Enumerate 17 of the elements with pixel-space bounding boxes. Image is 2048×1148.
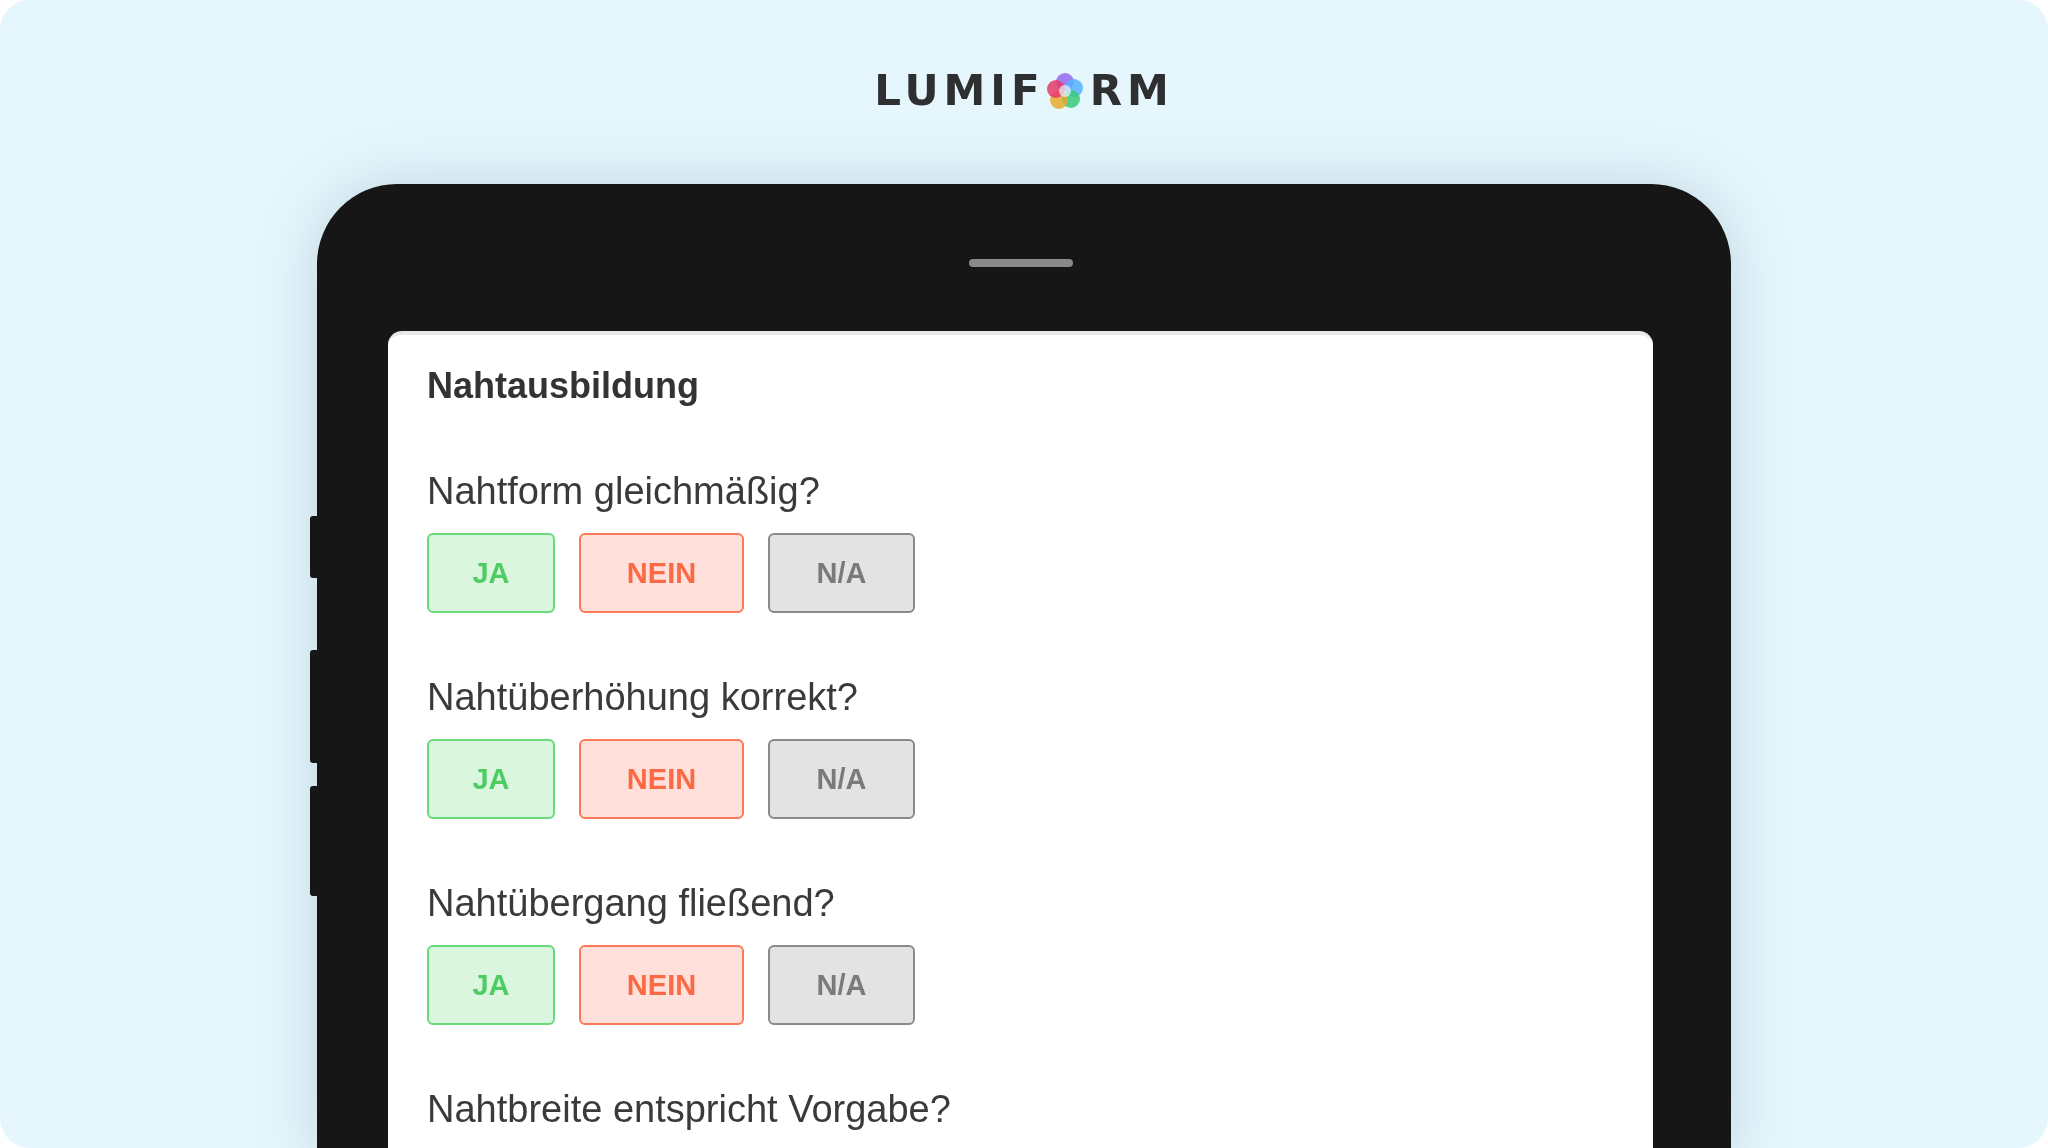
logo-text: RM — [1089, 70, 1174, 112]
answer-button[interactable]: NEIN — [579, 945, 744, 1025]
answer-button[interactable]: N/A — [768, 533, 915, 613]
answer-button[interactable]: JA — [427, 945, 555, 1025]
section-title: Nahtausbildung — [427, 365, 700, 407]
answer-button[interactable]: N/A — [768, 945, 915, 1025]
logo-text: LUMIF — [874, 70, 1045, 112]
answer-button[interactable]: NEIN — [579, 533, 744, 613]
question-label: Nahtform gleichmäßig? — [427, 469, 821, 513]
answer-button[interactable]: JA — [427, 533, 555, 613]
answer-button[interactable]: N/A — [768, 739, 915, 819]
answer-button[interactable]: JA — [427, 739, 555, 819]
answer-button[interactable]: NEIN — [579, 739, 744, 819]
question-label: Nahtbreite entspricht Vorgabe? — [427, 1087, 952, 1131]
question-label: Nahtüberhöhung korrekt? — [427, 675, 859, 719]
question-label: Nahtübergang fließend? — [427, 881, 836, 925]
flower-icon — [1044, 71, 1085, 111]
